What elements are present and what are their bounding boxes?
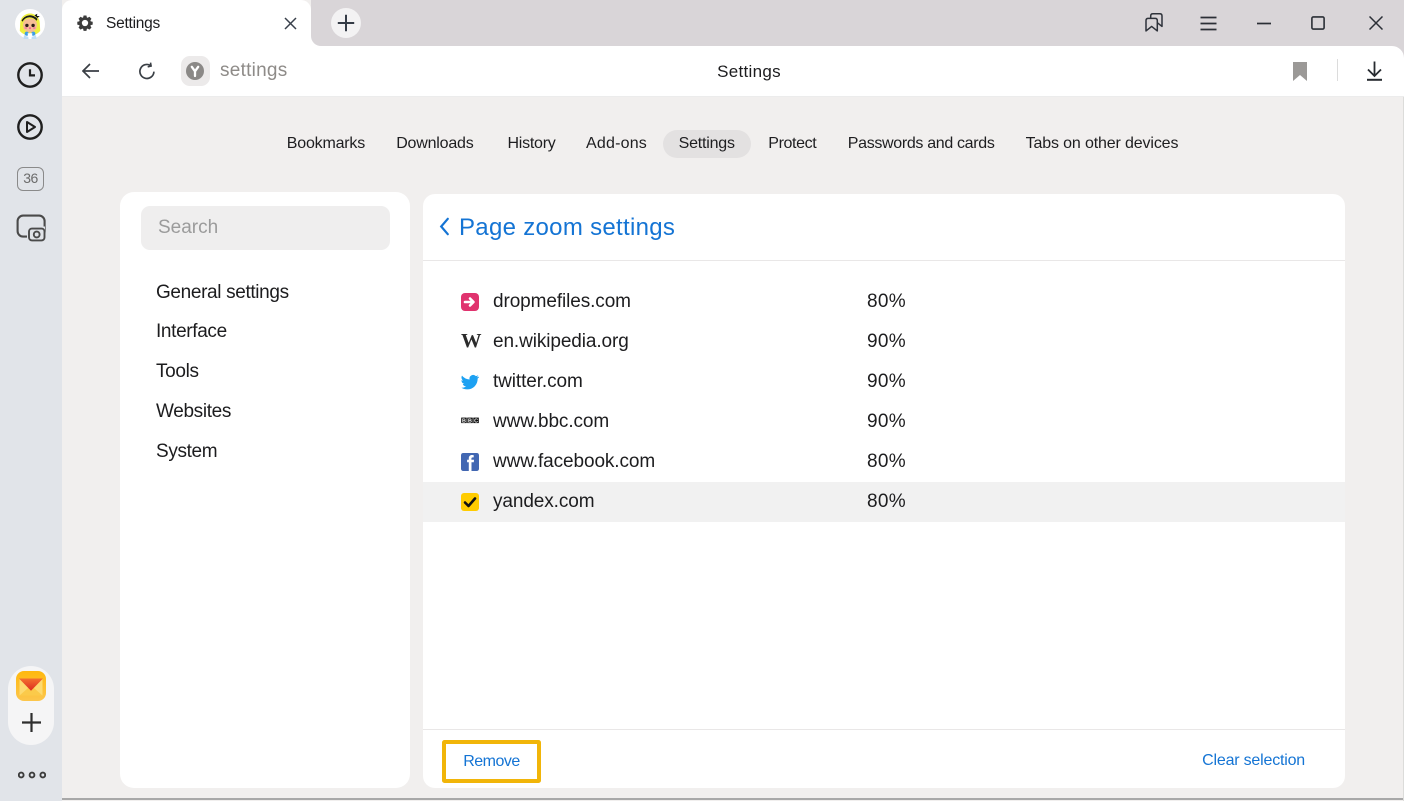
svg-text:B: B: [462, 418, 466, 424]
svg-text:C: C: [474, 418, 478, 424]
svg-text:B: B: [468, 418, 472, 424]
